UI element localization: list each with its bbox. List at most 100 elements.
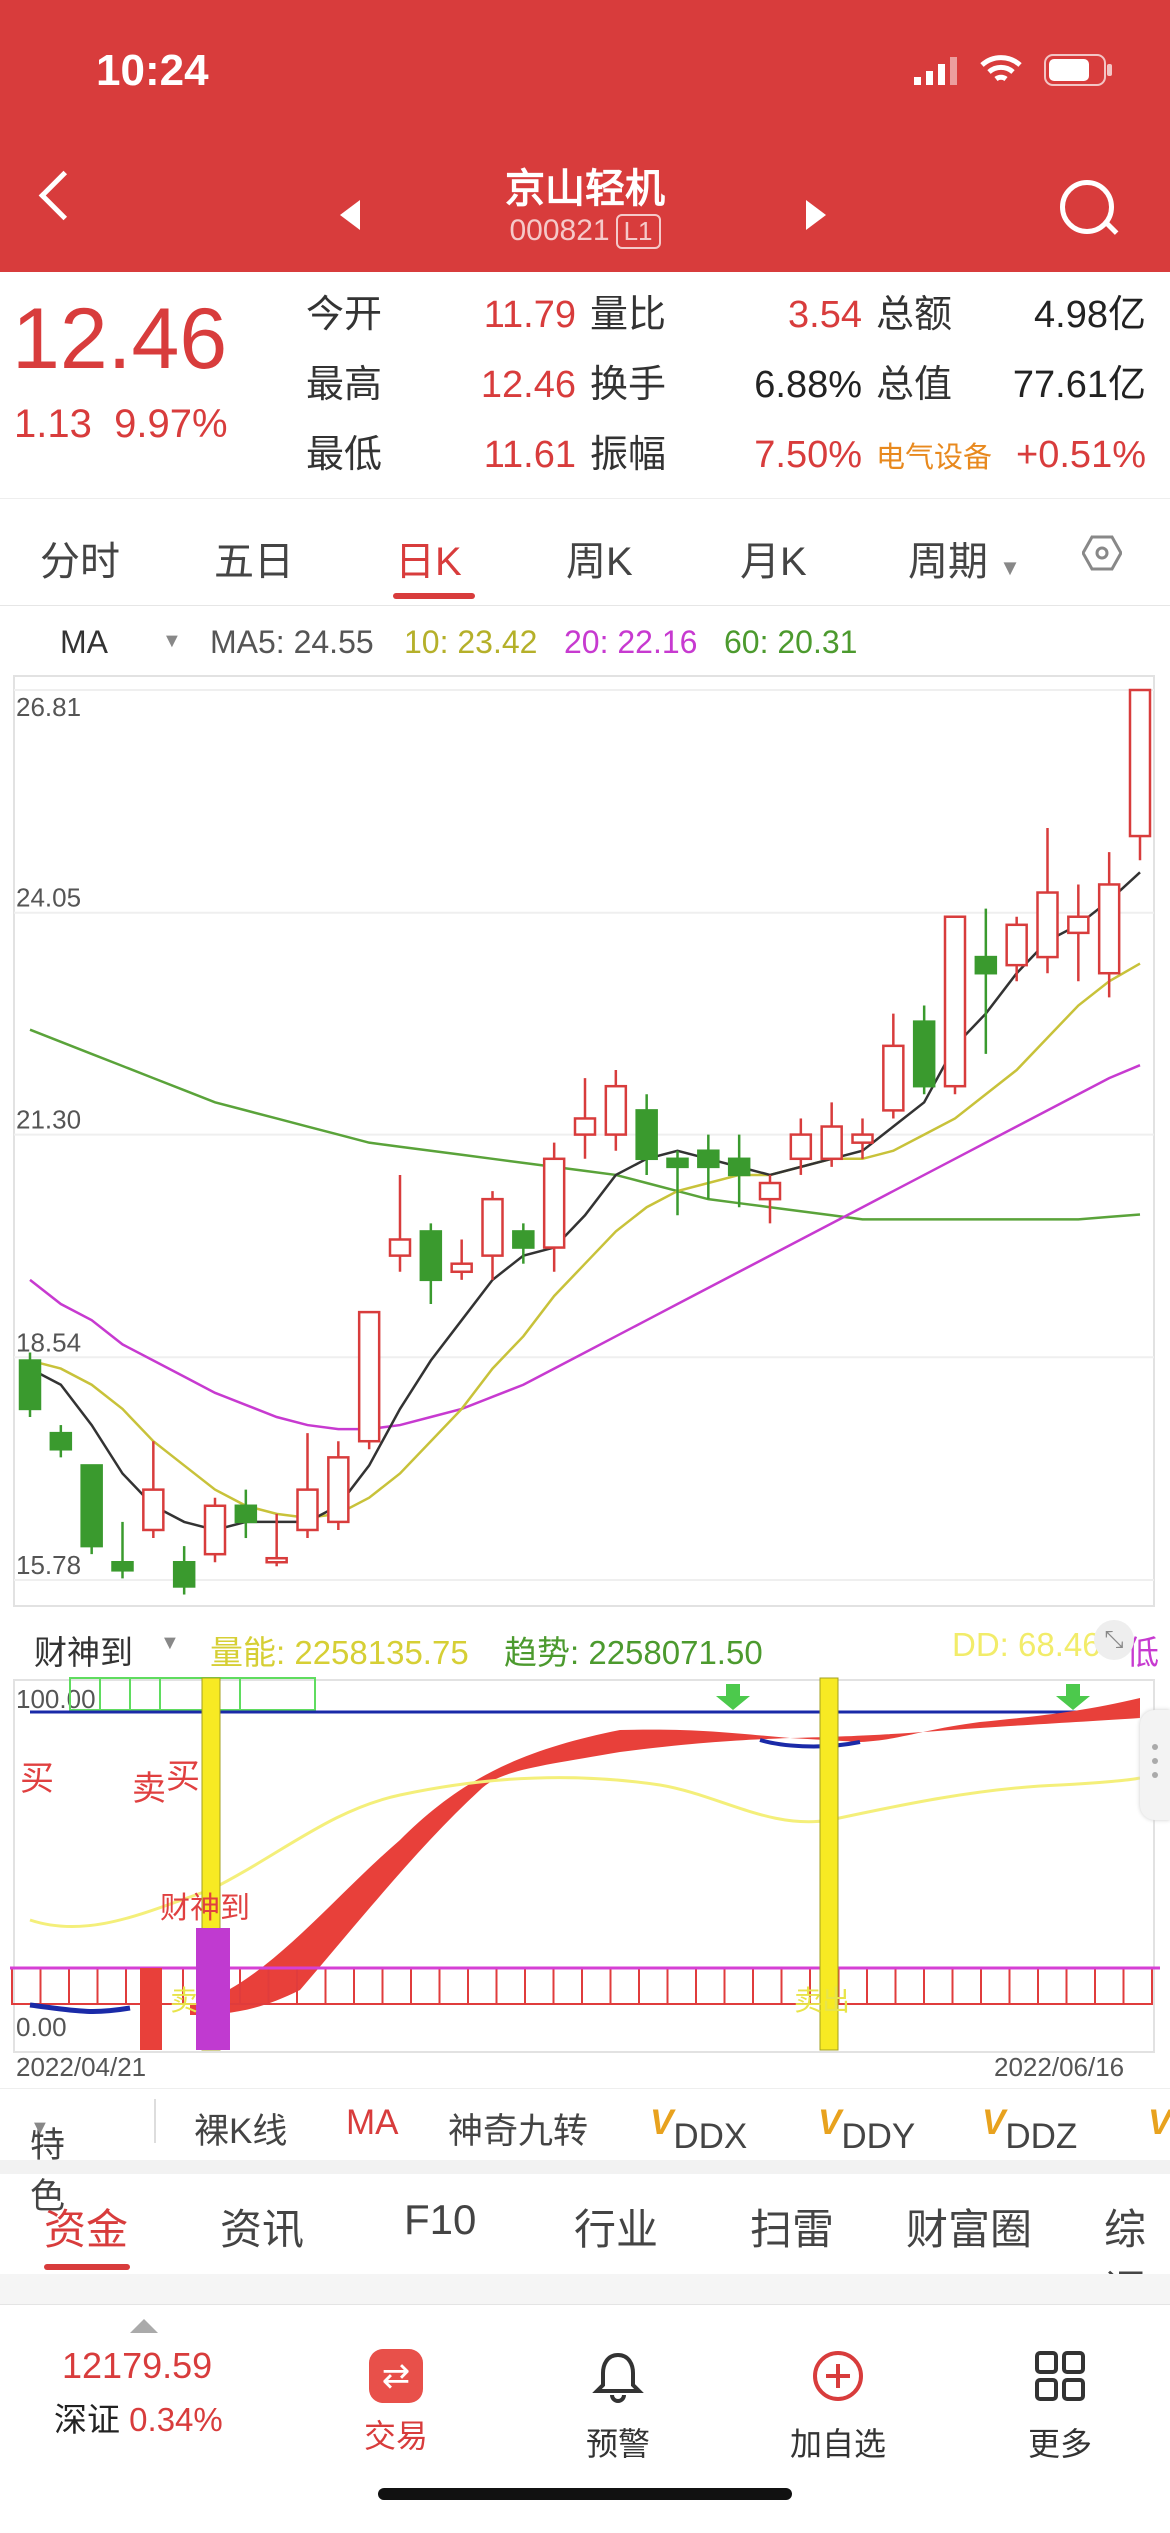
sector-change: +0.51%: [1016, 434, 1146, 476]
settings-hex-icon[interactable]: [1082, 533, 1122, 573]
tab-monthly-k[interactable]: 月K: [740, 529, 807, 587]
candle: [327, 1441, 350, 1530]
tab-wealth-circle[interactable]: 财富圈: [906, 2196, 1032, 2257]
tab-news[interactable]: 资讯: [220, 2196, 304, 2257]
sector-name[interactable]: 电气设备: [876, 433, 992, 483]
quote-col-2: 量比 3.54 换手 6.88% 振幅 7.50%: [590, 290, 862, 500]
search-icon[interactable]: [1060, 180, 1114, 234]
indicator-box: [695, 1967, 726, 2005]
label-market-cap: 总值: [876, 364, 953, 406]
expand-up-icon[interactable]: [130, 2319, 158, 2333]
side-drawer-handle[interactable]: [1140, 1710, 1170, 1820]
label-turnover: 换手: [590, 364, 667, 406]
candle: [666, 1150, 689, 1216]
status-icons: [914, 54, 1114, 86]
candle: [882, 1013, 905, 1119]
candle-body: [357, 1310, 381, 1443]
current-price: 12.46: [12, 291, 228, 387]
indicator-legend-row: 财神到 ▼ 量能: 2258135.75 趋势: 2258071.50 DD: …: [0, 1620, 1170, 1671]
sell-label-bottom: 卖: [170, 1985, 198, 2016]
magenta-signal-bar: [196, 1928, 230, 2050]
tab-f10[interactable]: F10: [404, 2196, 476, 2244]
candle: [481, 1191, 504, 1280]
index-info[interactable]: 深证 0.34%: [54, 2393, 223, 2441]
candle: [943, 915, 967, 1095]
candle: [1005, 916, 1028, 982]
indicator-selector[interactable]: 财神到: [34, 1626, 133, 1674]
candle-body: [1097, 883, 1121, 975]
candle: [18, 1352, 42, 1418]
ma-dropdown-icon[interactable]: ▼: [162, 630, 182, 653]
nav-alert[interactable]: 预警: [578, 2349, 658, 2465]
indicator-box: [11, 1967, 42, 2005]
value-market-cap: 77.61亿: [1012, 364, 1146, 406]
index-value[interactable]: 12179.59: [62, 2345, 212, 2387]
y-tick-label: 15.78: [16, 1550, 81, 1580]
signal-label: 财神到: [160, 1892, 250, 1925]
candle-body: [635, 1109, 658, 1161]
grid-icon: [1035, 2351, 1085, 2401]
next-stock-icon[interactable]: [806, 200, 826, 230]
indicator-box: [609, 1967, 640, 2005]
candle-body: [820, 1125, 843, 1161]
tool-nine-turns[interactable]: 神奇九转: [448, 2103, 588, 2154]
candlestick-chart[interactable]: 26.81 24.05 21.30 18.54 15.78: [0, 660, 1170, 1620]
indicator-box: [39, 1967, 70, 2005]
vip-icon: V: [1148, 2103, 1170, 2142]
ma-selector-label: MA: [60, 624, 108, 660]
candle-body: [542, 1157, 566, 1249]
candle-body: [1128, 688, 1152, 838]
indicator-box: [467, 1967, 498, 2005]
tool-ddy[interactable]: V DDY: [818, 2103, 915, 2156]
tab-funds[interactable]: 资金: [44, 2196, 128, 2257]
y-tick-label: 24.05: [16, 883, 81, 913]
change-pct: 9.97%: [114, 402, 228, 446]
label-amplitude: 振幅: [590, 434, 667, 476]
indicator-box: [96, 1967, 127, 2005]
tab-period-label: 周期: [908, 540, 988, 584]
value-low: 11.61: [483, 434, 576, 476]
indicator-box: [638, 1967, 669, 2005]
tab-minesweep[interactable]: 扫雷: [750, 2196, 834, 2257]
indicator-chart[interactable]: 100.00 0.00 财神到 买 买 卖 卖 卖出 2022/04/21 20…: [0, 1670, 1170, 2090]
ma-selector[interactable]: MA: [60, 624, 108, 661]
index-name: 深证: [54, 2401, 120, 2438]
home-indicator: [378, 2488, 792, 2500]
date-start: 2022/04/21: [16, 2052, 146, 2082]
nav-more[interactable]: 更多: [1020, 2349, 1100, 2465]
tab-period[interactable]: 周期 ▼: [908, 529, 1021, 587]
candle: [697, 1134, 720, 1200]
stock-code: 000821: [509, 214, 610, 247]
candle-body: [172, 1560, 196, 1588]
tab-five-day[interactable]: 五日: [214, 529, 294, 587]
candle: [604, 1070, 628, 1151]
tab-weekly-k[interactable]: 周K: [566, 529, 633, 587]
candle: [542, 1142, 566, 1272]
tab-daily-k[interactable]: 日K: [395, 529, 462, 587]
candle: [234, 1489, 258, 1539]
indicator-dropdown-icon[interactable]: ▼: [160, 1632, 180, 1655]
date-end: 2022/06/16: [994, 2052, 1124, 2082]
signal-icon: [914, 57, 957, 85]
ma10-value: 10: 23.42: [404, 624, 538, 660]
tool-naked-k[interactable]: 裸K线: [194, 2103, 287, 2154]
candle-body: [481, 1197, 504, 1257]
candle-body: [419, 1230, 443, 1282]
candle-body: [450, 1262, 473, 1274]
candle: [419, 1223, 443, 1305]
indicator-box: [752, 1967, 783, 2005]
nav-trade[interactable]: ⇄ 交易: [356, 2349, 436, 2457]
expand-icon[interactable]: ⤡: [1094, 1620, 1134, 1660]
tool-ddz[interactable]: V DDZ: [982, 2103, 1077, 2156]
tool-ddx[interactable]: V DDX: [650, 2103, 747, 2156]
candle-body: [49, 1431, 73, 1451]
indicator-box: [980, 1967, 1011, 2005]
tool-ma[interactable]: MA: [346, 2103, 399, 2143]
candle-body: [1036, 891, 1059, 959]
tab-intraday[interactable]: 分时: [40, 529, 120, 587]
tab-industry[interactable]: 行业: [574, 2196, 658, 2257]
nav-add-watch[interactable]: 加自选: [786, 2349, 890, 2465]
vip-icon: V: [650, 2103, 674, 2142]
indicator-box: [438, 1967, 469, 2005]
bell-icon: [592, 2352, 644, 2403]
